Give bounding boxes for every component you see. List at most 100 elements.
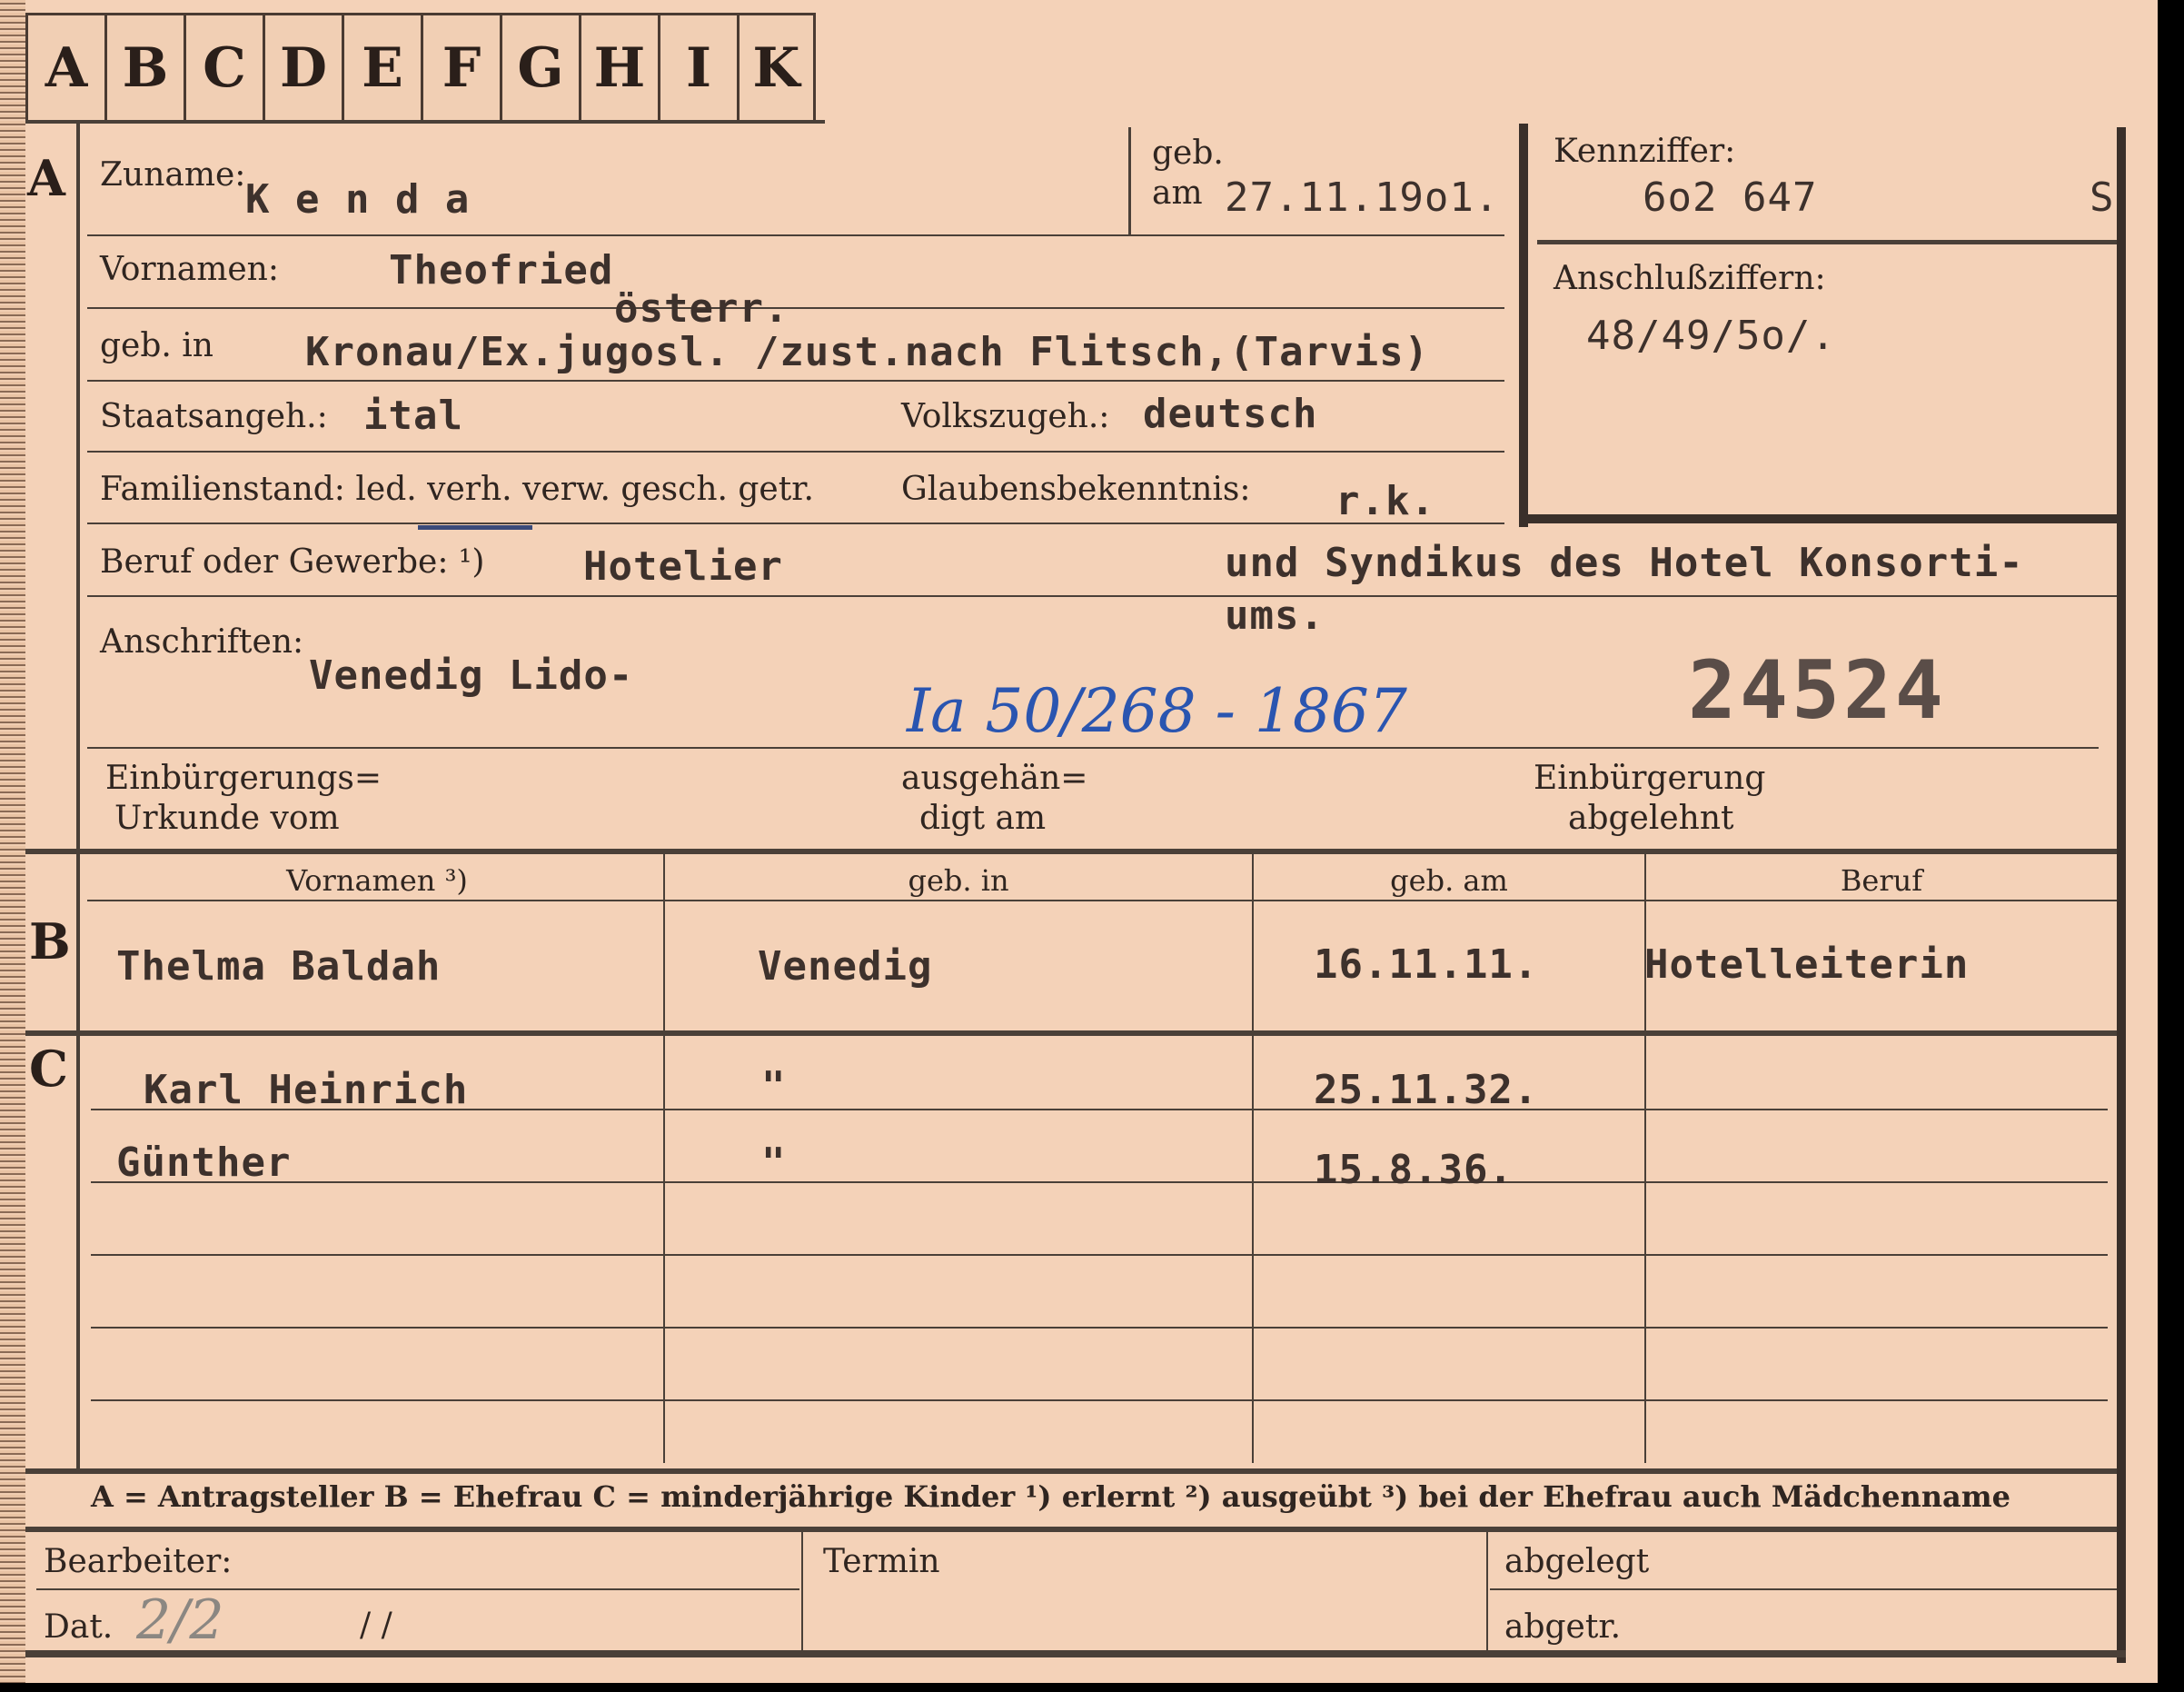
- child-2-birthplace: ": [761, 1140, 787, 1186]
- value-kennziffer: 6o2 647: [1643, 174, 1818, 221]
- value-kennziffer-suffix: S: [2090, 174, 2115, 221]
- child-2-birthdate: 15.8.36.: [1314, 1147, 1514, 1193]
- label-am: am: [1152, 174, 1203, 212]
- date-slashes: / /: [360, 1607, 392, 1644]
- footer-midline-right: [1490, 1588, 2117, 1590]
- legend-bottom: [25, 1527, 2117, 1532]
- pencil-date: 2/2: [136, 1588, 224, 1652]
- label-kennziffer: Kennziffer:: [1554, 133, 1736, 170]
- spouse-birthplace: Venedig: [758, 943, 933, 990]
- label-staatsangeh: Staatsangeh.:: [100, 398, 328, 435]
- value-ethnicity: deutsch: [1143, 391, 1318, 437]
- label-einb-urkunde-2: Urkunde vom: [114, 800, 340, 837]
- tab-c[interactable]: C: [184, 13, 263, 120]
- row-line-3: [87, 380, 1504, 382]
- legend-top: [25, 1468, 2117, 1474]
- index-tabs: A B C D E F G H I K: [25, 13, 816, 120]
- table-header-line: [87, 900, 2117, 901]
- value-address: Venedig Lido-: [309, 652, 634, 699]
- footer-col-2: [1486, 1532, 1488, 1650]
- label-ausgeh-2: digt am: [919, 800, 1047, 837]
- label-termin: Termin: [823, 1543, 940, 1580]
- value-firstnames: Theofried: [389, 247, 614, 294]
- label-ausgeh-1: ausgehän=: [901, 760, 1088, 797]
- header-beruf: Beruf: [1840, 863, 1923, 898]
- col-line-1: [663, 854, 665, 1463]
- label-familienstand: Familienstand: led. verh. verw. gesch. g…: [100, 471, 814, 508]
- legend-text: A = Antragsteller B = Ehefrau C = minder…: [91, 1479, 2010, 1514]
- tab-a[interactable]: A: [25, 13, 104, 120]
- label-geb: geb.: [1152, 134, 1224, 172]
- row-line-2: [87, 307, 1504, 309]
- geb-divider: [1128, 127, 1131, 234]
- kennziffer-box-left: [1519, 124, 1528, 527]
- header-vornamen: Vornamen ³): [286, 863, 468, 898]
- label-bearbeiter: Bearbeiter:: [44, 1543, 233, 1580]
- label-glauben: Glaubensbekenntnis:: [901, 471, 1251, 508]
- child-1-name: Karl Heinrich: [144, 1067, 469, 1113]
- kennziffer-box-bottom: [1519, 514, 2119, 523]
- row-line-4: [87, 451, 1504, 453]
- label-abgetr: abgetr.: [1504, 1608, 1622, 1646]
- value-occupation-3: ums.: [1225, 592, 1325, 639]
- label-geb-in: geb. in: [100, 327, 213, 364]
- card-binding-edge: [0, 0, 25, 1683]
- tab-e[interactable]: E: [342, 13, 421, 120]
- label-volkszugeh: Volkszugeh.:: [901, 398, 1110, 435]
- tab-i[interactable]: I: [658, 13, 737, 120]
- header-geb-am: geb. am: [1390, 863, 1508, 898]
- footer-col-1: [801, 1532, 803, 1650]
- tab-k[interactable]: K: [737, 13, 816, 120]
- section-a-bottom: [25, 849, 2117, 854]
- tab-f[interactable]: F: [421, 13, 500, 120]
- row-line-6: [87, 595, 2117, 597]
- value-surname: K e n d a: [245, 176, 471, 223]
- registration-card: A B C D E F G H I K A B C Zuname: K e n …: [0, 0, 2158, 1683]
- value-austria-note: österr.: [614, 285, 789, 332]
- header-geb-in: geb. in: [908, 863, 1009, 898]
- child-1-birthdate: 25.11.32.: [1314, 1067, 1539, 1113]
- spouse-birthdate: 16.11.11.: [1314, 941, 1539, 988]
- value-religion: r.k.: [1335, 478, 1435, 524]
- left-border: [76, 120, 80, 1474]
- row-line-5: [87, 523, 1504, 524]
- stamped-number: 24524: [1688, 643, 1947, 737]
- label-dat: Dat.: [44, 1608, 114, 1646]
- tab-d[interactable]: D: [263, 13, 342, 120]
- col-line-2: [1252, 854, 1254, 1463]
- label-anschriften: Anschriften:: [100, 623, 304, 661]
- value-occupation: Hotelier: [583, 543, 783, 590]
- spouse-name: Thelma Baldah: [116, 943, 442, 990]
- value-citizenship: ital: [363, 393, 463, 439]
- child-row-4: [91, 1327, 2108, 1329]
- verh-underline: [418, 525, 532, 530]
- kennziffer-divider: [1537, 240, 2117, 244]
- label-abgelehnt-2: abgelehnt: [1568, 800, 1734, 837]
- child-row-5: [91, 1399, 2108, 1401]
- label-abgelehnt-1: Einbürgerung: [1534, 760, 1766, 797]
- tab-b[interactable]: B: [104, 13, 184, 120]
- child-2-name: Günther: [116, 1140, 292, 1186]
- top-border: [25, 120, 825, 124]
- spouse-occupation: Hotelleiterin: [1644, 941, 1970, 988]
- handwritten-reference: Ia 50/268 - 1867: [907, 676, 1407, 746]
- child-row-2: [91, 1181, 2108, 1183]
- section-b-letter: B: [29, 912, 71, 970]
- row-line-7: [87, 747, 2099, 749]
- section-b-bottom: [25, 1030, 2117, 1036]
- label-abgelegt: abgelegt: [1504, 1543, 1650, 1580]
- right-border: [2117, 127, 2126, 1663]
- label-anschluss: Anschlußziffern:: [1554, 260, 1826, 297]
- child-row-3: [91, 1254, 2108, 1256]
- tab-h[interactable]: H: [579, 13, 658, 120]
- row-line-1: [87, 234, 1504, 236]
- section-c-letter: C: [29, 1040, 68, 1098]
- child-1-birthplace: ": [761, 1063, 787, 1110]
- value-anschluss: 48/49/5o/.: [1586, 313, 1836, 359]
- value-birthplace: Kronau/Ex.jugosl. /zust.nach Flitsch,(Ta…: [305, 329, 1430, 375]
- tab-g[interactable]: G: [500, 13, 579, 120]
- card-bottom: [25, 1650, 2126, 1657]
- label-zuname: Zuname:: [100, 156, 246, 194]
- label-einb-urkunde-1: Einbürgerungs=: [105, 760, 382, 797]
- value-birthdate: 27.11.19o1.: [1225, 174, 1500, 221]
